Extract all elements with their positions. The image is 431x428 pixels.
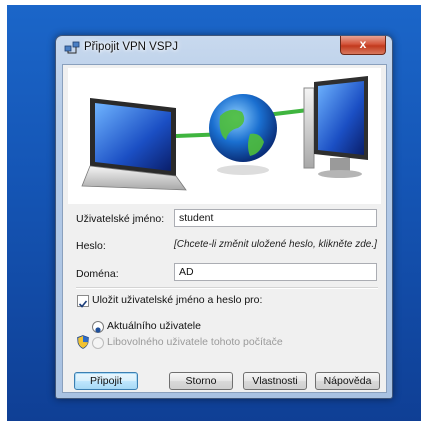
domain-field[interactable]: [174, 263, 377, 281]
radio-current-user-label: Aktuálního uživatele: [107, 320, 201, 332]
save-credentials-checkbox[interactable]: [77, 295, 89, 308]
password-hint-field[interactable]: [Chcete-li změnit uložené heslo, kliknět…: [174, 239, 379, 250]
cancel-button[interactable]: Storno: [169, 372, 233, 390]
checkmark-icon: [78, 300, 88, 308]
domain-label: Doména:: [76, 268, 119, 280]
username-field[interactable]: [174, 209, 377, 227]
separator: [76, 287, 378, 289]
window-title: Připojit VPN VSPJ: [84, 41, 178, 53]
radio-any-user-label: Libovolného uživatele tohoto počítače: [107, 336, 283, 348]
laptop-globe-monitor-illustration: [68, 68, 381, 204]
connection-illustration-graphic: [81, 76, 368, 191]
uac-shield-icon: [77, 335, 89, 349]
vpn-connect-dialog: Připojit VPN VSPJ x Uživatelské jméno: s…: [55, 35, 393, 399]
properties-button[interactable]: Vlastnosti: [243, 372, 307, 390]
title-bar[interactable]: Připojit VPN VSPJ x: [56, 36, 392, 60]
save-credentials-label: Uložit uživatelské jméno a heslo pro:: [92, 294, 263, 306]
close-button[interactable]: x: [340, 36, 386, 55]
radio-current-user[interactable]: [92, 321, 104, 333]
password-label: Heslo:: [76, 240, 106, 252]
radio-dot-icon: [95, 327, 101, 333]
network-connection-icon: [64, 41, 80, 54]
dialog-content: Uživatelské jméno: Heslo: [Chcete-li změ…: [62, 64, 387, 393]
help-button[interactable]: Nápověda: [315, 372, 380, 390]
radio-any-user[interactable]: [92, 337, 104, 349]
connect-button[interactable]: Připojit: [74, 372, 138, 390]
username-label: Uživatelské jméno:: [76, 213, 165, 225]
close-icon: x: [359, 37, 367, 51]
